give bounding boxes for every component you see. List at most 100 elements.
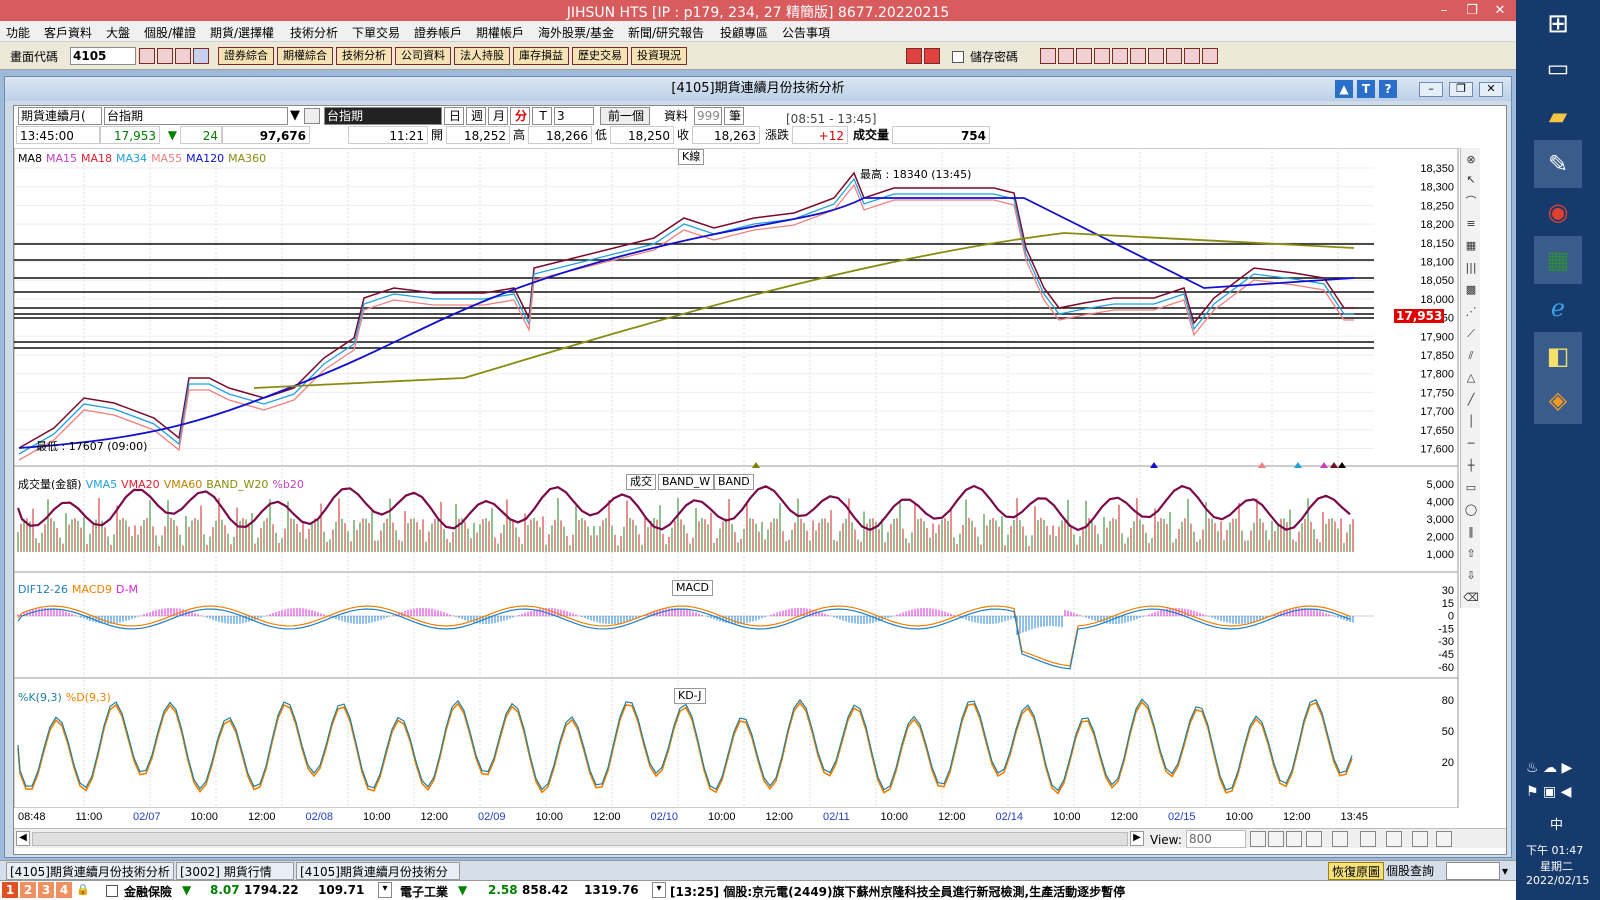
code-input[interactable]: 4105 — [70, 47, 136, 65]
menu-item-client[interactable]: 客戶資料 — [44, 24, 92, 41]
jihsun-app-icon[interactable]: ◈ — [1534, 376, 1582, 424]
bars-icon[interactable]: ||| — [1463, 260, 1479, 276]
scroll-left-button[interactable]: ◀ — [16, 831, 30, 846]
remove-icon[interactable] — [924, 48, 940, 64]
channel-icon[interactable]: ⫽ — [1463, 348, 1479, 364]
dropdown-icon[interactable] — [193, 48, 209, 64]
tab-3002[interactable]: [3002] 期貨行情(一) — [176, 862, 294, 897]
text-icon[interactable]: T — [1357, 80, 1375, 98]
save-password-checkbox[interactable] — [952, 51, 964, 63]
menu-item-advisor[interactable]: 投顧專區 — [720, 24, 768, 41]
tool-icon-6[interactable] — [1130, 48, 1146, 64]
menu-item-options-account[interactable]: 期權帳戶 — [476, 24, 524, 41]
zoom-out-icon[interactable] — [1286, 831, 1302, 847]
tool-icon-9[interactable] — [1184, 48, 1200, 64]
child-close-button[interactable]: ✕ — [1479, 82, 1503, 97]
ticker-news[interactable]: [13:25] 個股:京元電(2449)旗下蘇州京隆科技全員進行新冠檢測,生產活… — [670, 883, 1125, 900]
diamond-icon[interactable] — [1250, 831, 1266, 847]
menu-item-securities-account[interactable]: 證券帳戶 — [414, 24, 462, 41]
horizontal-line-icon[interactable]: ─ — [1463, 436, 1479, 452]
pointer-icon[interactable]: ↖ — [1463, 172, 1479, 188]
stock-query-input[interactable] — [1446, 862, 1500, 880]
close-button[interactable]: ✕ — [1486, 0, 1514, 21]
toolbar-btn-portfolio[interactable]: 投資現況 — [631, 47, 687, 65]
tool-icon-2[interactable] — [1058, 48, 1074, 64]
toolbar-btn-inventory[interactable]: 庫存損益 — [513, 47, 569, 65]
ticker-page-1[interactable]: 1 — [2, 882, 18, 898]
toolbar-btn-institutional[interactable]: 法人持股 — [454, 47, 510, 65]
data-count-input[interactable]: 999 — [694, 107, 722, 125]
menu-item-notice[interactable]: 公告事項 — [782, 24, 830, 41]
refresh-icon[interactable] — [1306, 831, 1322, 847]
period-day[interactable]: 日 — [444, 107, 464, 125]
ticker-page-3[interactable]: 3 — [38, 882, 54, 898]
notes-icon[interactable]: ◧ — [1534, 332, 1582, 380]
up-icon[interactable]: ▲ — [1335, 80, 1353, 98]
file-explorer-icon[interactable]: ▰ — [1534, 92, 1582, 140]
vertical-line-icon[interactable]: │ — [1463, 414, 1479, 430]
tool-icon-4[interactable] — [1094, 48, 1110, 64]
excel-icon[interactable]: ▦ — [1534, 236, 1582, 284]
window-icon[interactable] — [157, 48, 173, 64]
ticker-page-4[interactable]: 4 — [56, 882, 72, 898]
ticker-checkbox[interactable] — [106, 885, 118, 897]
copy-icon[interactable] — [1360, 831, 1376, 847]
trend-line-icon[interactable]: ⟋ — [1463, 326, 1479, 342]
toolbar-btn-technical[interactable]: 技術分析 — [336, 47, 392, 65]
task-view-icon[interactable]: ▭ — [1534, 44, 1582, 92]
ticker-page-2[interactable]: 2 — [20, 882, 36, 898]
table-icon[interactable] — [1386, 831, 1402, 847]
tab-4105-b[interactable]: [4105]期貨連續月份技術分析 — [296, 862, 460, 897]
lock-icon[interactable]: 🔒 — [76, 883, 90, 896]
toolbar-btn-options[interactable]: 期權綜合 — [277, 47, 333, 65]
prev-button[interactable]: 前一個 — [600, 107, 650, 125]
help-icon[interactable]: ? — [1379, 80, 1397, 98]
tray-icons-row2[interactable]: ⚑ ▣ ◀ — [1526, 784, 1571, 800]
clock-time[interactable]: 下午 01:47 — [1526, 842, 1583, 858]
restore-button[interactable]: ❐ — [1458, 0, 1486, 21]
rectangle-icon[interactable]: ▭ — [1463, 480, 1479, 496]
tool-icon-5[interactable] — [1112, 48, 1128, 64]
symbol-input[interactable]: 台指期 — [104, 107, 288, 125]
toolbar-btn-history[interactable]: 歷史交易 — [572, 47, 628, 65]
ticker-item2-dropdown[interactable]: ▾ — [652, 882, 666, 898]
grid-icon[interactable]: ▦ — [1463, 238, 1479, 254]
stock-query-dropdown-icon[interactable]: ▾ — [1502, 864, 1508, 878]
crosshair-icon[interactable]: ┼ — [1463, 458, 1479, 474]
menu-item-stock[interactable]: 個股/權證 — [144, 24, 196, 41]
pencil-icon[interactable] — [1412, 831, 1428, 847]
tool-icon-8[interactable] — [1166, 48, 1182, 64]
arrow-down-icon[interactable]: ⇩ — [1463, 568, 1479, 584]
triangle-icon[interactable]: △ — [1463, 370, 1479, 386]
tool-icon-3[interactable] — [1076, 48, 1092, 64]
minimize-button[interactable]: – — [1430, 0, 1458, 21]
ticker-item1-dropdown[interactable]: ▾ — [378, 882, 392, 898]
menu-item-news[interactable]: 新聞/研究報告 — [628, 24, 704, 41]
menu-item-market[interactable]: 大盤 — [106, 24, 130, 41]
child-minimize-button[interactable]: – — [1419, 82, 1443, 97]
period-lines-icon[interactable]: ‖ — [1463, 524, 1479, 540]
view-input[interactable]: 800 — [1186, 830, 1246, 848]
product-select[interactable]: 期貨連續月( — [18, 107, 102, 125]
arrow-up-icon[interactable]: ⇧ — [1463, 546, 1479, 562]
ellipse-icon[interactable]: ◯ — [1463, 502, 1479, 518]
hatch-icon[interactable]: ▩ — [1463, 282, 1479, 298]
eraser-icon[interactable]: ⌫ — [1463, 590, 1479, 606]
fib-icon[interactable]: ≡ — [1463, 216, 1479, 232]
menu-item-function[interactable]: 功能 — [6, 24, 30, 41]
arc-icon[interactable]: ⌒ — [1463, 194, 1479, 210]
toolbar-btn-company[interactable]: 公司資料 — [395, 47, 451, 65]
menu-item-order[interactable]: 下單交易 — [352, 24, 400, 41]
diagonal-line-icon[interactable]: ╱ — [1463, 392, 1479, 408]
zoom-in-icon[interactable] — [1268, 831, 1284, 847]
symbol-dropdown-icon[interactable]: ▼ — [290, 109, 300, 123]
period-week[interactable]: 週 — [466, 107, 486, 125]
period-tick[interactable]: T — [532, 107, 552, 125]
fan-icon[interactable]: ⋰ — [1463, 304, 1479, 320]
menu-item-futures[interactable]: 期貨/選擇權 — [210, 24, 274, 41]
tool-icon-10[interactable] — [1202, 48, 1218, 64]
tray-icons-row1[interactable]: ♨ ☁ ▶ — [1526, 760, 1572, 776]
tool-icon-7[interactable] — [1148, 48, 1164, 64]
menu-item-technical[interactable]: 技術分析 — [290, 24, 338, 41]
add-icon[interactable] — [906, 48, 922, 64]
